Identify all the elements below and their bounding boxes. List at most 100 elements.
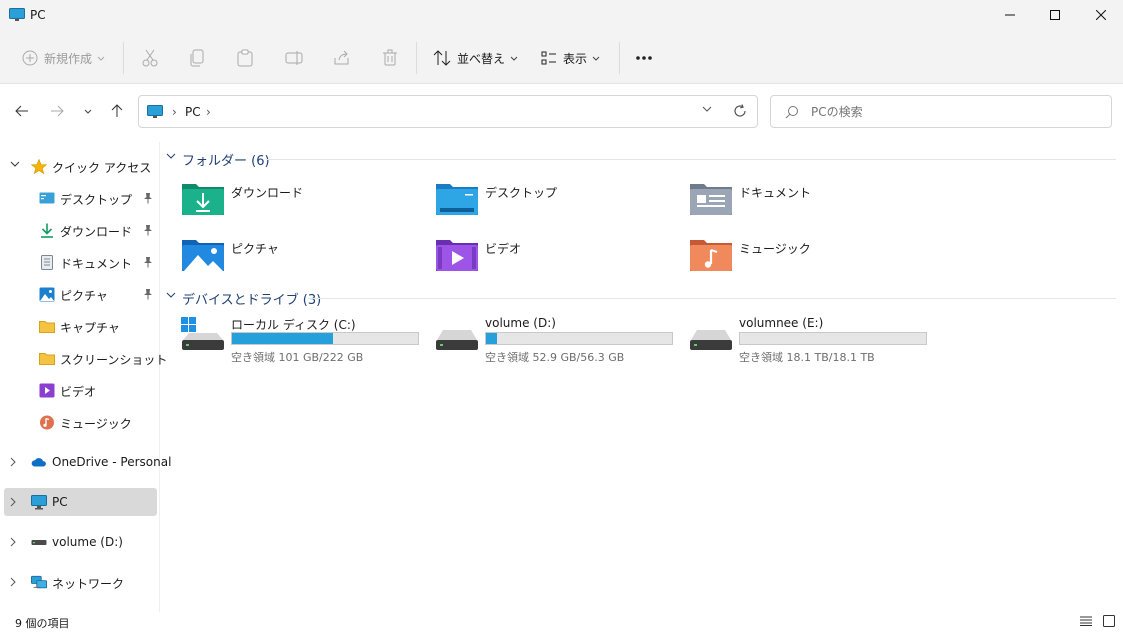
folder-tile-documents[interactable]: ドキュメント — [689, 180, 939, 230]
drives-group-header[interactable]: デバイスとドライブ (3) — [166, 288, 1116, 308]
group-divider — [266, 159, 1116, 160]
pin-icon[interactable] — [143, 288, 153, 300]
sidebar-item-downloads[interactable]: ダウンロード — [0, 216, 157, 244]
drive-usage-fill — [232, 333, 334, 344]
sidebar-item-label: OneDrive - Personal — [52, 455, 172, 469]
search-box[interactable] — [770, 95, 1112, 128]
pictures-folder-icon — [182, 240, 224, 271]
chevron-down-icon — [97, 56, 105, 61]
chevron-right-icon[interactable] — [10, 497, 17, 507]
desktop-folder-icon — [436, 184, 478, 215]
drive-label: volume (D:) — [485, 316, 556, 330]
more-icon — [636, 56, 652, 60]
rename-icon — [285, 51, 303, 65]
folder-tile-downloads[interactable]: ダウンロード — [181, 180, 431, 230]
sidebar-item-label: volume (D:) — [52, 535, 123, 549]
folder-label: ビデオ — [485, 242, 522, 256]
item-count: 9 個の項目 — [15, 617, 70, 630]
toolbar-divider — [416, 42, 417, 74]
chevron-right-icon[interactable] — [10, 537, 17, 547]
sidebar-item-label: ピクチャ — [60, 289, 108, 303]
sidebar-item-network[interactable]: ネットワーク — [0, 568, 157, 596]
download-icon — [41, 223, 53, 238]
folder-tile-videos[interactable]: ビデオ — [435, 236, 685, 286]
chevron-down-icon[interactable] — [702, 106, 712, 112]
tiles-view-icon[interactable] — [1103, 615, 1115, 627]
copy-button[interactable] — [190, 45, 206, 71]
folder-label: デスクトップ — [485, 186, 558, 200]
up-button[interactable] — [106, 100, 128, 122]
drive-usage-bar — [231, 332, 419, 345]
drive-usage-bar — [739, 332, 927, 345]
folder-tile-music[interactable]: ミュージック — [689, 236, 939, 286]
sidebar-item-music[interactable]: ミュージック — [0, 408, 157, 436]
sidebar-item-pc[interactable]: PC — [4, 488, 157, 516]
drive-tile-d[interactable]: volume (D:) 空き領域 52.9 GB/56.3 GB — [435, 316, 685, 364]
paste-icon — [237, 49, 253, 67]
trash-icon — [383, 49, 397, 66]
chevron-down-icon — [592, 56, 600, 61]
breadcrumb-pc[interactable]: PC — [185, 105, 201, 119]
pin-icon[interactable] — [143, 192, 153, 204]
group-header-label: デバイスとドライブ (3) — [182, 293, 322, 308]
close-icon — [1096, 10, 1106, 20]
recent-locations-button[interactable] — [77, 100, 99, 122]
drive-tile-c[interactable]: ローカル ディスク (C:) 空き領域 101 GB/222 GB — [181, 316, 431, 364]
sidebar-item-label: ダウンロード — [60, 225, 133, 239]
more-button[interactable] — [635, 45, 653, 71]
cut-icon — [142, 49, 158, 67]
forward-button[interactable] — [46, 100, 68, 122]
downloads-folder-icon — [182, 184, 224, 215]
toolbar-divider — [123, 42, 124, 74]
chevron-down-icon[interactable] — [166, 153, 176, 160]
music-folder-icon — [690, 240, 732, 271]
sidebar-item-pictures[interactable]: ピクチャ — [0, 280, 157, 308]
folder-tile-desktop[interactable]: デスクトップ — [435, 180, 685, 230]
new-button[interactable]: 新規作成 — [22, 45, 105, 71]
breadcrumb-separator[interactable]: › — [206, 105, 211, 119]
refresh-icon[interactable] — [733, 104, 747, 118]
sidebar-item-videos[interactable]: ビデオ — [0, 376, 157, 404]
search-input[interactable] — [811, 103, 1101, 121]
sidebar-item-desktop[interactable]: デスクトップ — [0, 184, 157, 212]
folder-tile-pictures[interactable]: ピクチャ — [181, 236, 431, 286]
folders-group-header[interactable]: フォルダー (6) — [166, 149, 1116, 169]
details-view-icon[interactable] — [1080, 616, 1092, 626]
drive-usage-fill — [486, 333, 498, 344]
window-title: PC — [30, 8, 46, 22]
folder-label: ダウンロード — [231, 186, 304, 200]
close-button[interactable] — [1078, 0, 1123, 30]
sidebar-item-quick-access[interactable]: クイック アクセス — [0, 152, 157, 180]
add-icon — [22, 50, 38, 66]
back-button[interactable] — [11, 100, 33, 122]
share-button[interactable] — [333, 45, 351, 71]
pin-icon[interactable] — [143, 224, 153, 236]
sidebar-item-screenshots[interactable]: スクリーンショット — [0, 344, 167, 372]
sidebar-item-documents[interactable]: ドキュメント — [0, 248, 157, 276]
arrow-right-icon — [51, 105, 64, 117]
maximize-icon — [1050, 10, 1060, 20]
breadcrumb-separator[interactable]: › — [172, 105, 177, 119]
cut-button[interactable] — [141, 45, 159, 71]
minimize-button[interactable] — [987, 0, 1033, 30]
sidebar-item-captures[interactable]: キャプチャ — [0, 312, 157, 340]
sort-button[interactable]: 並べ替え — [433, 45, 518, 71]
pin-icon[interactable] — [143, 256, 153, 268]
chevron-down-icon — [84, 109, 92, 114]
chevron-right-icon[interactable] — [10, 457, 17, 467]
chevron-right-icon[interactable] — [10, 577, 17, 587]
paste-button[interactable] — [237, 45, 253, 71]
rename-button[interactable] — [285, 45, 303, 71]
drive-icon — [31, 540, 47, 545]
sidebar-item-volume-d[interactable]: volume (D:) — [0, 528, 157, 556]
drive-tile-e[interactable]: volumnee (E:) 空き領域 18.1 TB/18.1 TB — [689, 316, 939, 364]
chevron-down-icon[interactable] — [10, 161, 20, 168]
chevron-down-icon[interactable] — [166, 292, 176, 299]
address-bar[interactable]: › PC › — [138, 95, 758, 128]
sidebar-item-onedrive[interactable]: OneDrive - Personal — [0, 448, 171, 476]
maximize-button[interactable] — [1032, 0, 1078, 30]
delete-button[interactable] — [382, 45, 398, 71]
group-divider — [308, 298, 1116, 299]
view-button[interactable]: 表示 — [541, 45, 600, 71]
sidebar-item-label: ミュージック — [60, 417, 132, 431]
